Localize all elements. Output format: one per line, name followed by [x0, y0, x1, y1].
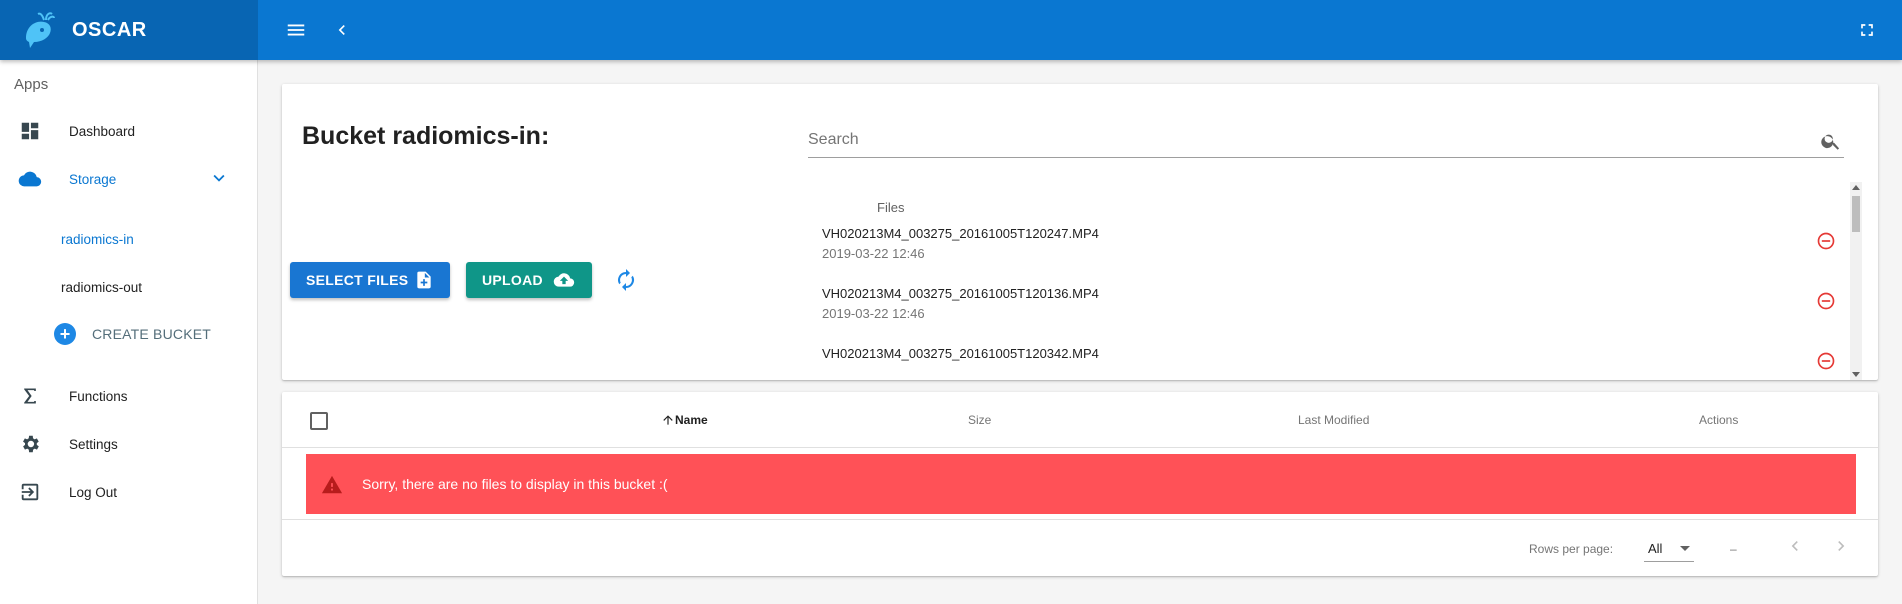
- bucket-name: radiomics-in: [392, 122, 541, 150]
- files-table-card: Name Size Last Modified Actions Sorry, t…: [282, 392, 1878, 576]
- search-input[interactable]: [808, 124, 1808, 156]
- sidebar-item-label: Settings: [69, 436, 118, 452]
- create-bucket-button[interactable]: + CREATE BUCKET: [54, 323, 211, 345]
- remove-circle-icon[interactable]: [1816, 231, 1836, 251]
- previous-page-icon[interactable]: [1785, 536, 1809, 560]
- cloud-upload-icon: [553, 273, 575, 287]
- table-header: Name Size Last Modified Actions: [282, 392, 1878, 448]
- empty-bucket-message: Sorry, there are no files to display in …: [362, 476, 668, 492]
- table-pagination: Rows per page: All –: [282, 519, 1878, 576]
- refresh-icon[interactable]: [614, 268, 638, 292]
- scroll-up-arrow-icon[interactable]: [1852, 185, 1860, 190]
- sidebar: Apps Dashboard Storage radiomics-in radi…: [0, 60, 258, 604]
- sidebar-bucket-radiomics-out[interactable]: radiomics-out: [61, 280, 142, 295]
- fullscreen-icon[interactable]: [1851, 14, 1883, 46]
- gear-icon: [18, 432, 42, 456]
- file-add-icon: [417, 271, 431, 289]
- menu-icon[interactable]: [280, 14, 312, 46]
- sidebar-item-label: Dashboard: [69, 123, 136, 139]
- caret-down-icon: [1680, 546, 1690, 551]
- column-header-last-modified[interactable]: Last Modified: [1298, 413, 1369, 427]
- brand[interactable]: OSCAR: [0, 0, 258, 60]
- column-header-name[interactable]: Name: [661, 413, 708, 427]
- file-date: 2019-03-22 12:46: [822, 246, 925, 261]
- list-item: VH020213M4_003275_20161005T120247.MP4 20…: [808, 226, 1835, 286]
- sidebar-item-label: Functions: [69, 388, 128, 404]
- list-item: VH020213M4_003275_20161005T120136.MP4 20…: [808, 286, 1835, 346]
- sidebar-item-logout[interactable]: Log Out: [0, 470, 258, 514]
- logout-icon: [18, 480, 42, 504]
- sidebar-subheader: Apps: [14, 76, 49, 93]
- warning-icon: [321, 475, 343, 494]
- remove-circle-icon[interactable]: [1816, 291, 1836, 311]
- next-page-icon[interactable]: [1831, 536, 1855, 560]
- list-item: VH020213M4_003275_20161005T120342.MP4: [808, 346, 1835, 380]
- column-header-size[interactable]: Size: [968, 413, 991, 427]
- empty-bucket-alert: Sorry, there are no files to display in …: [306, 454, 1856, 514]
- file-name: VH020213M4_003275_20161005T120247.MP4: [822, 226, 1099, 241]
- select-files-button[interactable]: SELECT FILES: [290, 262, 450, 298]
- sigma-icon: [18, 384, 42, 408]
- page-title: Bucket radiomics-in:: [302, 122, 550, 150]
- rows-per-page-value: All: [1648, 541, 1663, 556]
- search-icon[interactable]: [1820, 130, 1842, 152]
- rows-per-page-select[interactable]: All: [1644, 534, 1694, 562]
- app-bar: OSCAR: [0, 0, 1902, 60]
- sidebar-item-storage[interactable]: Storage: [0, 157, 258, 201]
- app-title: OSCAR: [72, 18, 147, 41]
- page-range: –: [1730, 542, 1737, 556]
- file-name: VH020213M4_003275_20161005T120136.MP4: [822, 286, 1099, 301]
- files-list: VH020213M4_003275_20161005T120247.MP4 20…: [808, 184, 1848, 380]
- upload-button[interactable]: UPLOAD: [466, 262, 592, 298]
- sidebar-item-functions[interactable]: Functions: [0, 374, 258, 418]
- chevron-down-icon[interactable]: [208, 167, 232, 191]
- create-bucket-label: CREATE BUCKET: [92, 326, 212, 342]
- select-all-checkbox[interactable]: [310, 412, 328, 430]
- sidebar-item-settings[interactable]: Settings: [0, 422, 258, 466]
- rows-per-page-label: Rows per page:: [1529, 542, 1614, 556]
- file-date: 2019-03-22 12:46: [822, 306, 925, 321]
- sidebar-bucket-radiomics-in[interactable]: radiomics-in: [61, 232, 134, 247]
- scroll-down-arrow-icon[interactable]: [1852, 372, 1860, 377]
- files-scrollbar[interactable]: [1850, 182, 1862, 380]
- remove-circle-icon[interactable]: [1816, 351, 1836, 371]
- whale-logo-icon: [26, 12, 55, 48]
- file-name: VH020213M4_003275_20161005T120342.MP4: [822, 346, 1099, 361]
- column-header-actions: Actions: [1699, 413, 1739, 427]
- sidebar-item-label: Storage: [69, 171, 117, 187]
- dashboard-icon: [18, 119, 42, 143]
- sidebar-item-label: Log Out: [69, 484, 118, 500]
- cloud-icon: [18, 167, 42, 191]
- arrow-up-icon: [663, 415, 673, 425]
- chevron-left-icon[interactable]: [326, 14, 358, 46]
- plus-circle-icon: +: [54, 323, 76, 345]
- search-field[interactable]: [808, 124, 1844, 158]
- bucket-upload-card: Bucket radiomics-in: SELECT FILES UPLOAD…: [282, 84, 1878, 380]
- scrollbar-thumb[interactable]: [1852, 196, 1860, 232]
- sidebar-item-dashboard[interactable]: Dashboard: [0, 109, 258, 153]
